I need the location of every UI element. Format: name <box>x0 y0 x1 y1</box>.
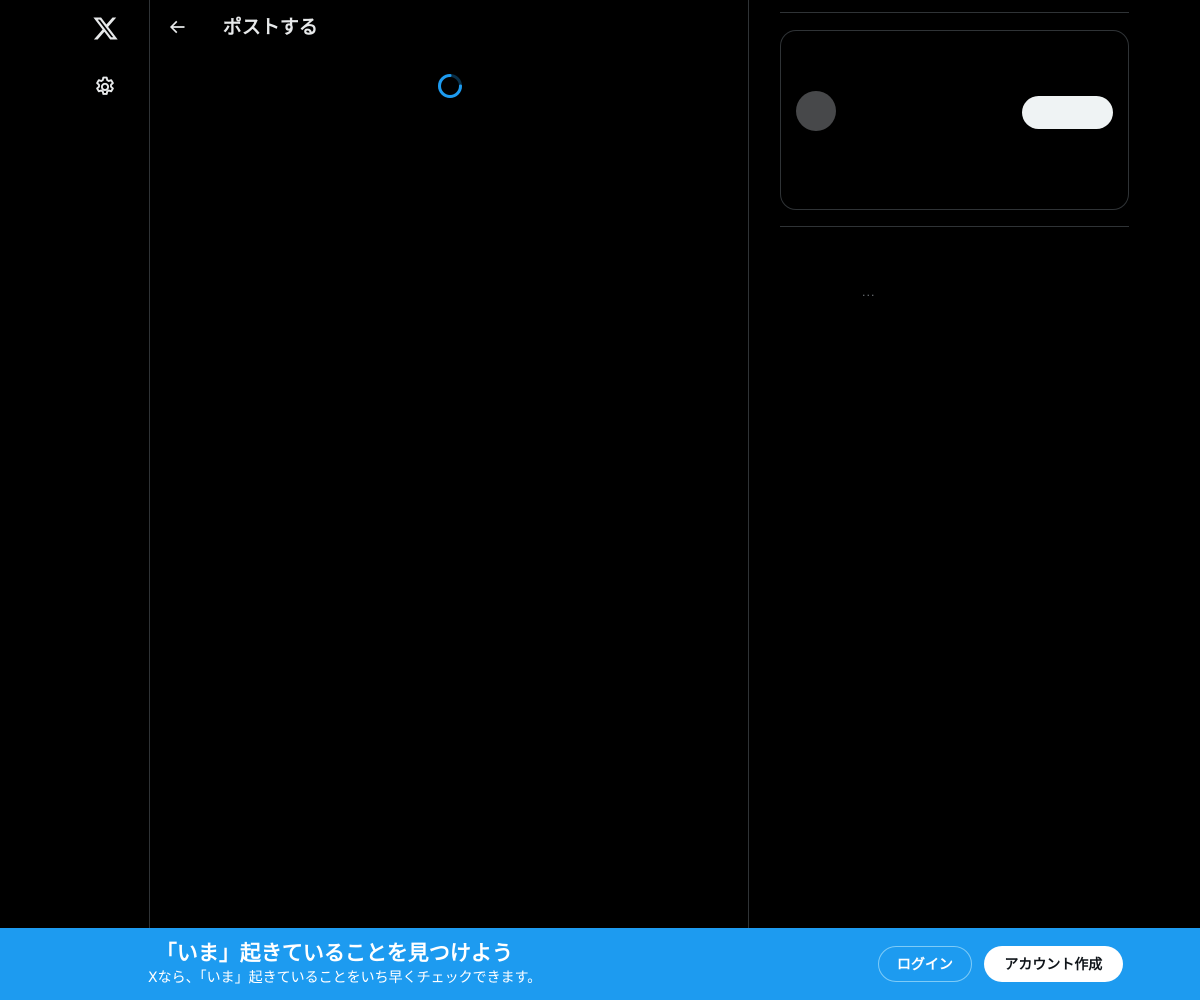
avatar-placeholder <box>796 91 836 131</box>
primary-column: ポストする <box>149 0 749 928</box>
gear-icon <box>96 76 114 95</box>
right-sidebar: ... <box>780 0 1129 928</box>
app-page: ポストする ... 「いま」起きていることを見つけよう Xなら、「いま」起きてい… <box>0 0 1200 1000</box>
login-banner: 「いま」起きていることを見つけよう Xなら、「いま」起きていることをいち早くチェ… <box>0 928 1200 1000</box>
follow-button-placeholder[interactable] <box>1022 96 1113 129</box>
banner-subtext: Xなら、「いま」起きていることをいち早くチェックできます。 <box>148 970 542 986</box>
arrow-left-icon <box>169 20 185 34</box>
page-header: ポストする <box>150 0 748 53</box>
banner-headline: 「いま」起きていることを見つけよう <box>156 941 513 965</box>
left-navigation <box>0 0 149 928</box>
sidebar-divider-top <box>780 12 1129 13</box>
home-logo-link[interactable] <box>81 4 129 52</box>
back-button[interactable] <box>160 10 194 44</box>
spinner-icon <box>438 74 462 98</box>
sidebar-divider-middle <box>780 226 1129 227</box>
create-account-button[interactable]: アカウント作成 <box>984 946 1123 982</box>
loading-ellipsis: ... <box>862 286 876 299</box>
x-logo-icon <box>92 17 118 39</box>
page-title: ポストする <box>223 16 319 38</box>
sidebar-card-placeholder <box>780 30 1129 210</box>
login-button[interactable]: ログイン <box>878 946 972 982</box>
settings-link[interactable] <box>81 63 129 111</box>
